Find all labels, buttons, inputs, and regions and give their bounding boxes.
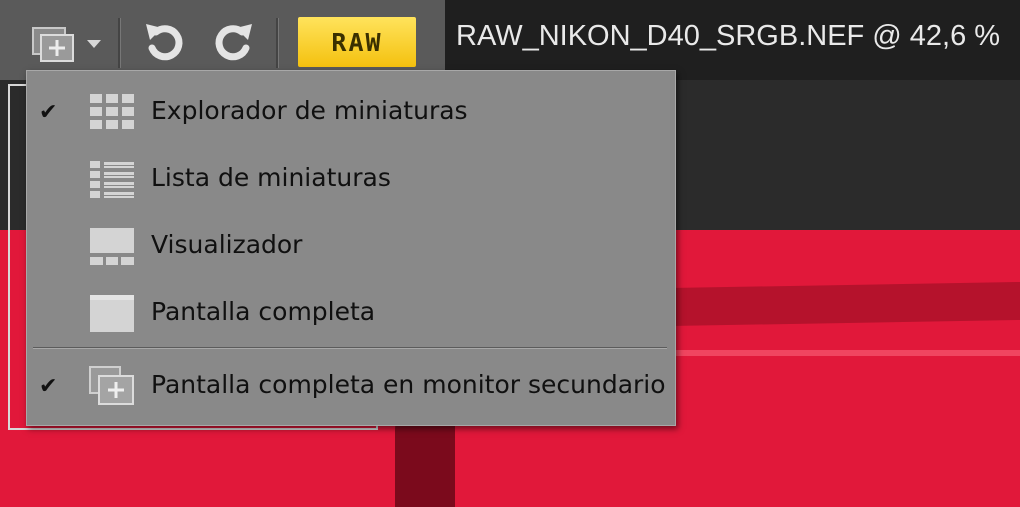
menu-item-label: Visualizador [151, 230, 303, 259]
photo-detail [670, 281, 1020, 327]
rotate-left-button[interactable] [140, 18, 190, 68]
raw-badge-label: RAW [331, 27, 383, 57]
thumbnail-list-icon [90, 161, 134, 198]
menu-separator [33, 347, 667, 349]
fullscreen-icon [90, 295, 134, 332]
toolbar: RAW RAW_NIKON_D40_SRGB.NEF @ 42,6 % [0, 0, 1020, 80]
raw-badge: RAW [298, 17, 416, 67]
viewer-icon [90, 228, 134, 265]
toolbar-divider [276, 18, 279, 68]
menu-item-label: Pantalla completa en monitor secundario [151, 370, 666, 399]
menu-item-label: Pantalla completa [151, 297, 376, 326]
photo-detail [640, 350, 1020, 356]
menu-item-label: Explorador de miniaturas [151, 96, 468, 125]
menu-item-viewer[interactable]: Visualizador [27, 216, 675, 276]
rotate-left-icon [146, 24, 183, 61]
menu-item-fullscreen[interactable]: Pantalla completa [27, 283, 675, 343]
display-mode-icon [32, 27, 74, 62]
menu-item-label: Lista de miniaturas [151, 163, 391, 192]
toolbar-divider [118, 18, 121, 68]
display-mode-button[interactable] [24, 22, 84, 66]
check-icon: ✔ [39, 374, 58, 399]
secondary-monitor-icon [89, 366, 134, 405]
dropdown-arrow-icon [87, 40, 101, 48]
menu-item-thumbnail-list[interactable]: Lista de miniaturas [27, 149, 675, 209]
menu-item-thumbnail-explorer[interactable]: ✔ Explorador de miniaturas [27, 82, 675, 142]
check-icon: ✔ [39, 100, 58, 125]
display-mode-menu: ✔ Explorador de miniaturas Lista de mini… [26, 70, 676, 426]
rotate-right-icon [215, 24, 252, 61]
menu-item-secondary-monitor[interactable]: ✔ Pantalla completa en monitor secundari… [27, 356, 675, 416]
file-title: RAW_NIKON_D40_SRGB.NEF @ 42,6 % [456, 20, 1001, 52]
toolbar-controls: RAW [0, 0, 445, 80]
display-mode-dropdown[interactable] [84, 36, 104, 52]
thumbnail-grid-icon [90, 94, 134, 129]
rotate-right-button[interactable] [208, 18, 258, 68]
